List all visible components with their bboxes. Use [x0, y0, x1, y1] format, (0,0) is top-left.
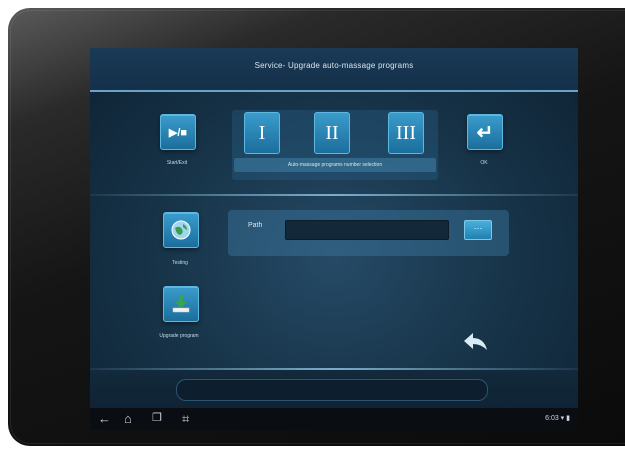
- app-screen: Service- Upgrade auto-massage programs ▶…: [90, 48, 578, 430]
- system-nav-bar: ← ⌂ ❐ ⌗ 6:03 ▾ ▮: [90, 408, 578, 430]
- back-button[interactable]: [460, 328, 490, 358]
- path-input[interactable]: [285, 220, 449, 240]
- ellipsis-icon: ⋯: [473, 223, 483, 233]
- status-clock: 6:03 ▾ ▮: [545, 415, 570, 422]
- path-label: Path: [248, 222, 263, 229]
- nav-home-icon[interactable]: ⌂: [124, 411, 132, 426]
- download-icon: [172, 295, 190, 313]
- return-arrow-icon: [464, 333, 487, 350]
- status-message-field: [176, 379, 488, 401]
- upgrade-program-label: Upgrade program: [159, 333, 199, 339]
- bottom-bar: [90, 370, 578, 408]
- nav-back-icon[interactable]: ←: [98, 411, 111, 426]
- start-exit-label: Start/Exit: [166, 160, 188, 166]
- title-bar: Service- Upgrade auto-massage programs: [90, 48, 578, 92]
- nav-recents-icon[interactable]: ❐: [152, 411, 162, 426]
- program-i-button[interactable]: I: [244, 112, 280, 154]
- globe-icon: [171, 220, 191, 240]
- enter-icon: ↵: [476, 121, 494, 144]
- start-exit-button[interactable]: ▶/■: [160, 114, 196, 150]
- ok-button[interactable]: ↵: [467, 114, 503, 150]
- program-iii-button[interactable]: III: [388, 112, 424, 154]
- path-panel: Path ⋯: [228, 210, 509, 256]
- testing-label: Testing: [172, 260, 188, 266]
- upgrade-program-button[interactable]: [163, 286, 199, 322]
- tablet-frame: Service- Upgrade auto-massage programs ▶…: [8, 8, 625, 446]
- bottom-divider: [90, 368, 578, 370]
- page-title: Service- Upgrade auto-massage programs: [254, 61, 414, 70]
- browse-button[interactable]: ⋯: [464, 220, 492, 240]
- nav-screenshot-icon[interactable]: ⌗: [182, 411, 189, 426]
- section-divider: [90, 194, 578, 196]
- program-selection-panel: I II III Auto-massage programs number se…: [232, 110, 438, 180]
- program-ii-button[interactable]: II: [314, 112, 350, 154]
- testing-button[interactable]: [163, 212, 199, 248]
- program-selection-caption: Auto-massage programs number selection: [234, 158, 436, 172]
- ok-label: OK: [480, 160, 488, 166]
- play-stop-icon: ▶/■: [168, 126, 188, 139]
